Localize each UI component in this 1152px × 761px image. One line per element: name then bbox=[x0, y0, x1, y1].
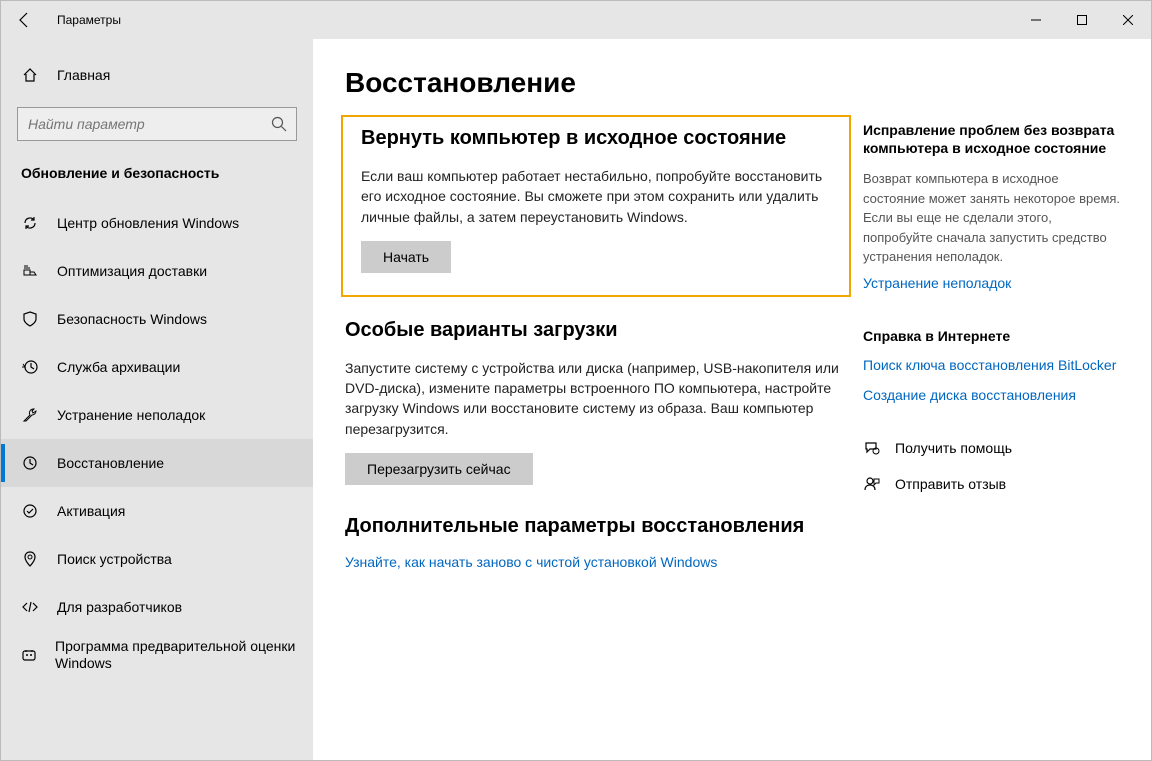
page-title: Восстановление bbox=[341, 67, 851, 99]
restart-now-button[interactable]: Перезагрузить сейчас bbox=[345, 453, 533, 485]
sidebar-category: Обновление и безопасность bbox=[1, 157, 313, 199]
recovery-icon bbox=[21, 454, 39, 472]
minimize-button[interactable] bbox=[1013, 1, 1059, 39]
advanced-startup-section: Особые варианты загрузки Запустите систе… bbox=[341, 319, 851, 485]
sidebar-item-backup[interactable]: Служба архивации bbox=[1, 343, 313, 391]
reset-heading: Вернуть компьютер в исходное состояние bbox=[361, 127, 831, 150]
sidebar-item-label: Служба архивации bbox=[57, 359, 180, 376]
code-icon bbox=[21, 598, 39, 616]
wrench-icon bbox=[21, 406, 39, 424]
feedback-icon bbox=[863, 475, 881, 493]
reset-pc-section: Вернуть компьютер в исходное состояние Е… bbox=[341, 115, 851, 297]
sidebar-item-label: Программа предварительной оценки Windows bbox=[55, 638, 313, 672]
sidebar-home-label: Главная bbox=[57, 67, 110, 83]
home-icon bbox=[21, 67, 39, 83]
sidebar-item-insider[interactable]: Программа предварительной оценки Windows bbox=[1, 631, 313, 679]
maximize-icon bbox=[1077, 15, 1087, 25]
get-help[interactable]: Получить помощь bbox=[863, 439, 1123, 457]
shield-icon bbox=[21, 310, 39, 328]
sidebar: Главная Обновление и безопасность Центр … bbox=[1, 39, 313, 760]
reset-body: Если ваш компьютер работает нестабильно,… bbox=[361, 166, 831, 227]
sidebar-item-label: Центр обновления Windows bbox=[57, 215, 239, 232]
side-fix-heading: Исправление проблем без возврата компьют… bbox=[863, 121, 1123, 157]
sidebar-item-find-device[interactable]: Поиск устройства bbox=[1, 535, 313, 583]
reset-start-button[interactable]: Начать bbox=[361, 241, 451, 273]
side-fix-section: Исправление проблем без возврата компьют… bbox=[863, 121, 1123, 291]
arrow-left-icon bbox=[17, 12, 33, 28]
sidebar-item-label: Безопасность Windows bbox=[57, 311, 207, 328]
sidebar-item-delivery-optimization[interactable]: Оптимизация доставки bbox=[1, 247, 313, 295]
get-help-label: Получить помощь bbox=[895, 440, 1012, 456]
window-title: Параметры bbox=[49, 13, 1013, 27]
title-bar: Параметры bbox=[1, 1, 1151, 39]
bitlocker-link[interactable]: Поиск ключа восстановления BitLocker bbox=[863, 357, 1123, 373]
sidebar-item-label: Для разработчиков bbox=[57, 599, 182, 616]
location-icon bbox=[21, 550, 39, 568]
more-heading: Дополнительные параметры восстановления bbox=[345, 515, 851, 538]
sidebar-home[interactable]: Главная bbox=[1, 55, 313, 95]
sidebar-item-label: Восстановление bbox=[57, 455, 164, 472]
sidebar-item-label: Поиск устройства bbox=[57, 551, 172, 568]
content-main: Восстановление Вернуть компьютер в исход… bbox=[341, 67, 851, 760]
sync-icon bbox=[21, 214, 39, 232]
troubleshoot-link[interactable]: Устранение неполадок bbox=[863, 275, 1123, 291]
more-recovery-section: Дополнительные параметры восстановления … bbox=[341, 515, 851, 570]
sidebar-item-recovery[interactable]: Восстановление bbox=[1, 439, 313, 487]
give-feedback[interactable]: Отправить отзыв bbox=[863, 475, 1123, 493]
recovery-drive-link[interactable]: Создание диска восстановления bbox=[863, 387, 1123, 403]
history-icon bbox=[21, 358, 39, 376]
side-support-section: Получить помощь Отправить отзыв bbox=[863, 439, 1123, 493]
maximize-button[interactable] bbox=[1059, 1, 1105, 39]
sidebar-item-windows-update[interactable]: Центр обновления Windows bbox=[1, 199, 313, 247]
close-button[interactable] bbox=[1105, 1, 1151, 39]
startup-body: Запустите систему с устройства или диска… bbox=[345, 358, 851, 439]
sidebar-item-windows-security[interactable]: Безопасность Windows bbox=[1, 295, 313, 343]
sidebar-item-developers[interactable]: Для разработчиков bbox=[1, 583, 313, 631]
close-icon bbox=[1123, 15, 1133, 25]
minimize-icon bbox=[1031, 15, 1041, 25]
sidebar-item-troubleshoot[interactable]: Устранение неполадок bbox=[1, 391, 313, 439]
side-webhelp-section: Справка в Интернете Поиск ключа восстано… bbox=[863, 327, 1123, 403]
sidebar-item-label: Оптимизация доставки bbox=[57, 263, 207, 280]
sidebar-item-label: Активация bbox=[57, 503, 125, 520]
chat-icon bbox=[863, 439, 881, 457]
startup-heading: Особые варианты загрузки bbox=[345, 319, 851, 342]
sidebar-item-label: Устранение неполадок bbox=[57, 407, 205, 424]
sidebar-item-activation[interactable]: Активация bbox=[1, 487, 313, 535]
delivery-icon bbox=[21, 262, 39, 280]
side-webhelp-heading: Справка в Интернете bbox=[863, 327, 1123, 345]
fresh-start-link[interactable]: Узнайте, как начать заново с чистой уста… bbox=[345, 554, 851, 570]
side-fix-body: Возврат компьютера в исходное состояние … bbox=[863, 169, 1123, 267]
search-input[interactable] bbox=[17, 107, 297, 141]
give-feedback-label: Отправить отзыв bbox=[895, 476, 1006, 492]
content-side: Исправление проблем без возврата компьют… bbox=[863, 67, 1123, 760]
check-circle-icon bbox=[21, 502, 39, 520]
back-button[interactable] bbox=[1, 1, 49, 39]
insider-icon bbox=[21, 646, 37, 664]
search-icon bbox=[271, 116, 287, 132]
